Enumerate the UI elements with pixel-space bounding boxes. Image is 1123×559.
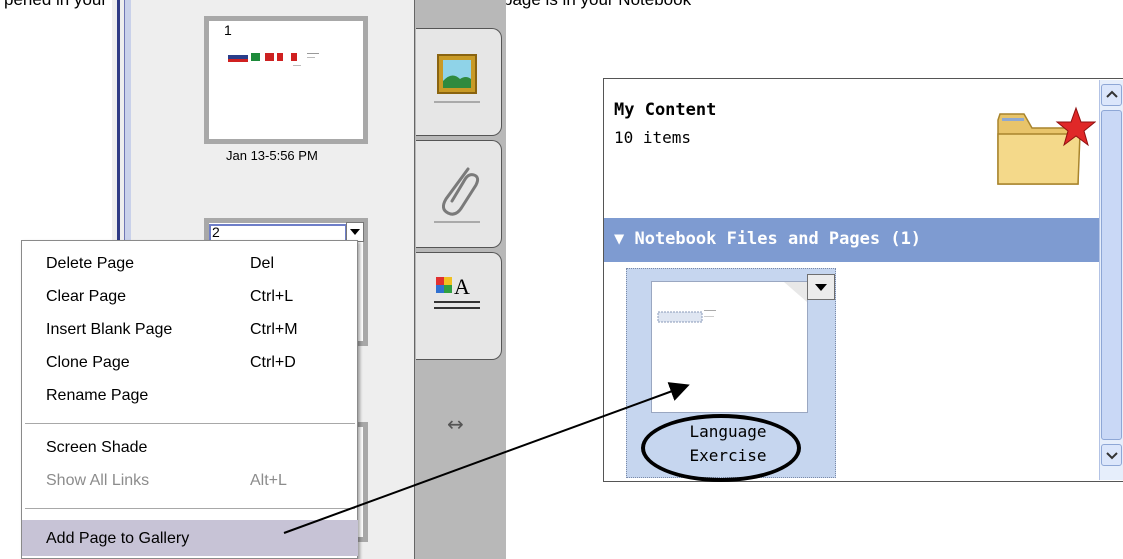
menu-item-screen-shade[interactable]: Screen Shade [22, 433, 358, 463]
menu-item-label: Show All Links [46, 472, 150, 489]
scroll-up-button[interactable] [1101, 84, 1122, 106]
scroll-down-button[interactable] [1101, 444, 1122, 466]
chevron-down-icon [1106, 452, 1118, 460]
page-number: 1 [224, 22, 232, 38]
tab-gallery[interactable] [416, 28, 502, 136]
menu-item-shortcut: Ctrl+M [250, 321, 298, 338]
gallery-item-dropdown-button[interactable] [807, 274, 835, 300]
folder-star-icon [997, 106, 1096, 185]
highlight-ellipse [641, 414, 801, 482]
menu-item-shortcut: Ctrl+D [250, 354, 296, 371]
section-header-label: ▼ Notebook Files and Pages (1) [614, 229, 922, 249]
tab-attachments[interactable] [416, 140, 502, 248]
menu-item-shortcut: Ctrl+L [250, 288, 294, 305]
gallery-item-count: 10 items [614, 128, 692, 147]
gallery-category-title: My Content [614, 100, 717, 120]
page-context-menu: Delete Page Del Clear Page Ctrl+L Insert… [21, 240, 358, 559]
menu-item-clone-page[interactable]: Clone Page Ctrl+D [22, 348, 358, 378]
resize-handle-icon[interactable]: ↔ [447, 412, 464, 436]
dropdown-arrow-icon [815, 284, 827, 291]
dropdown-arrow-icon [350, 229, 360, 235]
menu-item-label: Add Page to Gallery [46, 530, 190, 547]
menu-item-insert-blank-page[interactable]: Insert Blank Page Ctrl+M [22, 315, 358, 345]
page-timestamp: Jan 13-5:56 PM [226, 148, 318, 163]
menu-item-label: Delete Page [46, 255, 135, 272]
menu-separator [25, 508, 355, 510]
menu-item-label: Screen Shade [46, 439, 148, 456]
page-preview-icon [657, 282, 807, 323]
chevron-up-icon [1106, 90, 1118, 98]
tab-properties[interactable]: A [416, 252, 502, 360]
page-menu-dropdown-button[interactable] [346, 222, 364, 242]
menu-item-add-page-to-gallery[interactable]: Add Page to Gallery [22, 520, 358, 556]
svg-text:A: A [454, 274, 470, 299]
menu-item-label: Insert Blank Page [46, 321, 173, 338]
menu-item-label: Rename Page [46, 387, 149, 404]
page-number: 2 [212, 224, 220, 240]
thumbnail-flags-preview [228, 53, 319, 66]
menu-item-shortcut: Alt+L [250, 472, 287, 489]
menu-item-label: Clone Page [46, 354, 130, 371]
landscape-picture-icon [434, 54, 480, 103]
menu-item-label: Clear Page [46, 288, 127, 305]
color-text-properties-icon: A [434, 274, 480, 309]
menu-item-rename-page[interactable]: Rename Page [22, 381, 358, 411]
paperclip-icon [434, 167, 480, 223]
menu-separator [25, 423, 355, 425]
scroll-thumb[interactable] [1101, 110, 1122, 440]
menu-item-delete-page[interactable]: Delete Page Del [22, 249, 358, 279]
gallery-item-thumbnail[interactable] [651, 281, 808, 413]
menu-item-shortcut: Del [250, 255, 275, 272]
menu-item-show-all-links: Show All Links Alt+L [22, 466, 358, 496]
menu-item-clear-page[interactable]: Clear Page Ctrl+L [22, 282, 358, 312]
